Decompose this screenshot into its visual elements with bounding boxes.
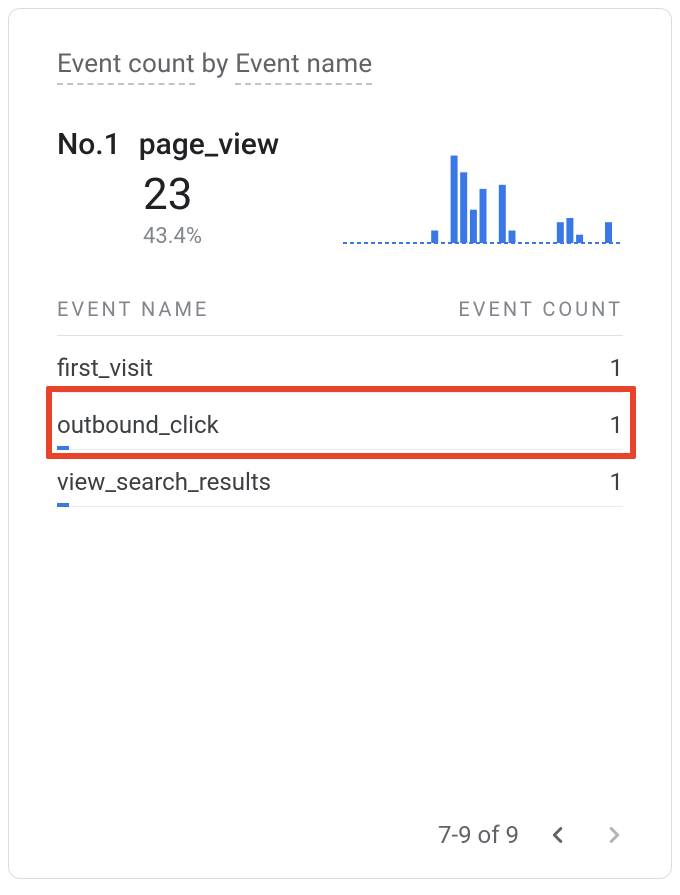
title-by: by — [201, 49, 228, 79]
dimension-name[interactable]: Event name — [235, 49, 372, 85]
table-header: EVENT NAME EVENT COUNT — [57, 289, 623, 336]
row-event-name: outbound_click — [57, 411, 219, 439]
pager: 7-9 of 9 — [438, 818, 631, 852]
col-event-name: EVENT NAME — [57, 297, 209, 321]
analytics-card: Event count by Event name No.1 page_view… — [8, 8, 672, 879]
row-event-count: 1 — [610, 468, 624, 496]
top-event-name: page_view — [139, 127, 279, 162]
table-row[interactable]: first_visit 1 — [57, 336, 623, 393]
pager-next-button[interactable] — [597, 818, 631, 852]
rank-label: No.1 — [57, 127, 121, 162]
chevron-right-icon — [603, 824, 625, 846]
hero-section: No.1 page_view 23 43.4% — [57, 127, 623, 249]
top-event-value: 23 — [143, 170, 279, 218]
hero-rank-line: No.1 page_view — [57, 127, 279, 162]
table-body: first_visit1outbound_click1view_search_r… — [57, 336, 623, 507]
chevron-left-icon — [547, 824, 569, 846]
hero-left: No.1 page_view 23 43.4% — [57, 127, 279, 249]
metric-name[interactable]: Event count — [57, 49, 195, 85]
row-event-count: 1 — [610, 354, 624, 382]
row-event-name: first_visit — [57, 354, 153, 382]
row-bar — [57, 503, 69, 507]
row-event-name: view_search_results — [57, 468, 271, 496]
col-event-count: EVENT COUNT — [458, 297, 623, 321]
table-row[interactable]: view_search_results 1 — [57, 450, 623, 507]
table-row[interactable]: outbound_click 1 — [57, 393, 623, 450]
card-title: Event count by Event name — [57, 49, 623, 79]
top-event-pct: 43.4% — [143, 224, 279, 249]
pager-prev-button[interactable] — [541, 818, 575, 852]
sparkline-chart — [343, 135, 623, 245]
pager-range: 7-9 of 9 — [438, 821, 519, 849]
row-event-count: 1 — [610, 411, 624, 439]
